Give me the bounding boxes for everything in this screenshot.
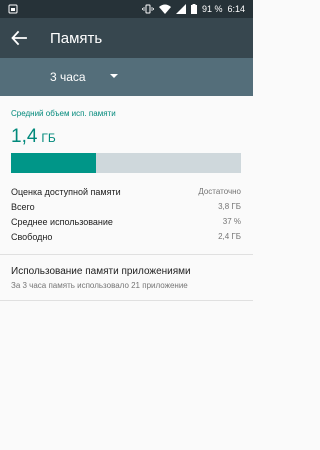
wifi-icon	[158, 4, 171, 14]
stat-value: 37 %	[222, 217, 241, 226]
stat-label: Свободно	[11, 231, 53, 242]
average-usage-label: Средний объем исп. памяти	[11, 109, 116, 118]
vibrate-icon	[142, 4, 154, 14]
average-usage-value: 1,4 ГБ	[11, 126, 56, 148]
average-usage-unit: ГБ	[41, 131, 56, 145]
arrow-back-icon[interactable]	[10, 29, 28, 47]
signal-icon	[175, 4, 186, 14]
sim-icon	[8, 4, 18, 14]
stat-row: Оценка доступной памяти Достаточно	[11, 184, 241, 199]
stat-row: Всего 3,8 ГБ	[11, 199, 241, 214]
usage-bar	[11, 153, 241, 173]
stat-value: 2,4 ГБ	[218, 232, 241, 241]
stat-label: Оценка доступной памяти	[11, 186, 121, 197]
apps-memory-usage-title: Использование памяти приложениями	[11, 266, 191, 277]
stat-row: Свободно 2,4 ГБ	[11, 229, 241, 244]
stats-list: Оценка доступной памяти Достаточно Всего…	[11, 184, 241, 244]
apps-memory-usage-subtitle: За 3 часа память использовало 21 приложе…	[11, 281, 188, 290]
battery-percent: 91 %	[201, 4, 223, 14]
stat-row: Среднее использование 37 %	[11, 214, 241, 229]
period-selected[interactable]: 3 часа	[50, 70, 86, 84]
stat-label: Всего	[11, 201, 35, 212]
app-bar: Память	[0, 18, 253, 58]
apps-memory-usage-item[interactable]: Использование памяти приложениями За 3 ч…	[0, 262, 253, 298]
divider	[0, 254, 253, 255]
stat-value: 3,8 ГБ	[218, 202, 241, 211]
average-usage-number: 1,4	[11, 126, 38, 147]
battery-icon	[190, 4, 197, 14]
memory-summary: Средний объем исп. памяти 1,4 ГБ Оценка …	[0, 98, 253, 252]
clock: 6:14	[227, 4, 245, 14]
period-selector[interactable]: 3 часа	[0, 58, 253, 96]
usage-bar-fill	[11, 153, 97, 173]
dropdown-arrow-icon[interactable]	[110, 74, 118, 78]
page-title: Память	[50, 30, 103, 47]
status-bar: 91 % 6:14	[0, 0, 253, 18]
divider	[0, 300, 253, 301]
stat-label: Среднее использование	[11, 216, 113, 227]
stat-value: Достаточно	[198, 187, 241, 196]
